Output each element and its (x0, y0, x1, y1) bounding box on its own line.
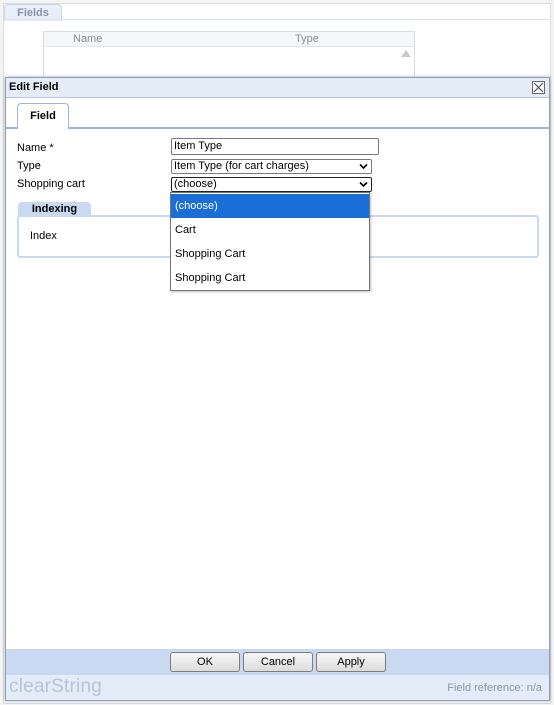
fields-grid: Name Type (43, 31, 415, 83)
column-header-name[interactable]: Name (73, 33, 102, 45)
shopping-cart-select-value: (choose) (174, 178, 217, 190)
grid-header: Name Type (44, 32, 414, 47)
tab-field[interactable]: Field (17, 103, 69, 128)
scroll-up-icon[interactable] (401, 50, 411, 57)
tab-active-indicator (18, 127, 68, 129)
tab-strip (6, 127, 549, 129)
name-label: Name * (17, 142, 54, 154)
close-icon[interactable] (532, 81, 545, 94)
chevron-down-icon (359, 163, 368, 170)
shopping-cart-select[interactable]: (choose) (171, 177, 372, 192)
index-label: Index (30, 230, 57, 242)
dropdown-option[interactable]: Shopping Cart (171, 266, 369, 290)
chevron-down-icon (359, 181, 368, 188)
dropdown-option[interactable]: (choose) (171, 194, 369, 218)
apply-button[interactable]: Apply (316, 652, 386, 672)
dialog-title: Edit Field (9, 81, 59, 93)
field-reference: Field reference: n/a (447, 682, 542, 694)
type-select-value: Item Type (for cart charges) (174, 160, 309, 172)
button-bar: OK Cancel Apply (6, 649, 549, 675)
brand-logo: clearString (9, 676, 103, 697)
tab-divider (3, 19, 549, 20)
edit-field-dialog: Edit Field Field Name * Type Item Type (… (5, 77, 550, 701)
name-input[interactable] (171, 138, 379, 155)
shopping-cart-label: Shopping cart (17, 178, 85, 190)
dropdown-option[interactable]: Shopping Cart (171, 242, 369, 266)
status-bar: clearString Field reference: n/a (6, 675, 549, 700)
shopping-cart-dropdown: (choose) Cart Shopping Cart Shopping Car… (170, 192, 370, 291)
column-header-type[interactable]: Type (295, 33, 319, 45)
ok-button[interactable]: OK (170, 652, 240, 672)
type-label: Type (17, 160, 41, 172)
dialog-title-bar[interactable]: Edit Field (6, 78, 549, 98)
cancel-button[interactable]: Cancel (243, 652, 313, 672)
type-select[interactable]: Item Type (for cart charges) (171, 159, 372, 174)
dropdown-option[interactable]: Cart (171, 218, 369, 242)
